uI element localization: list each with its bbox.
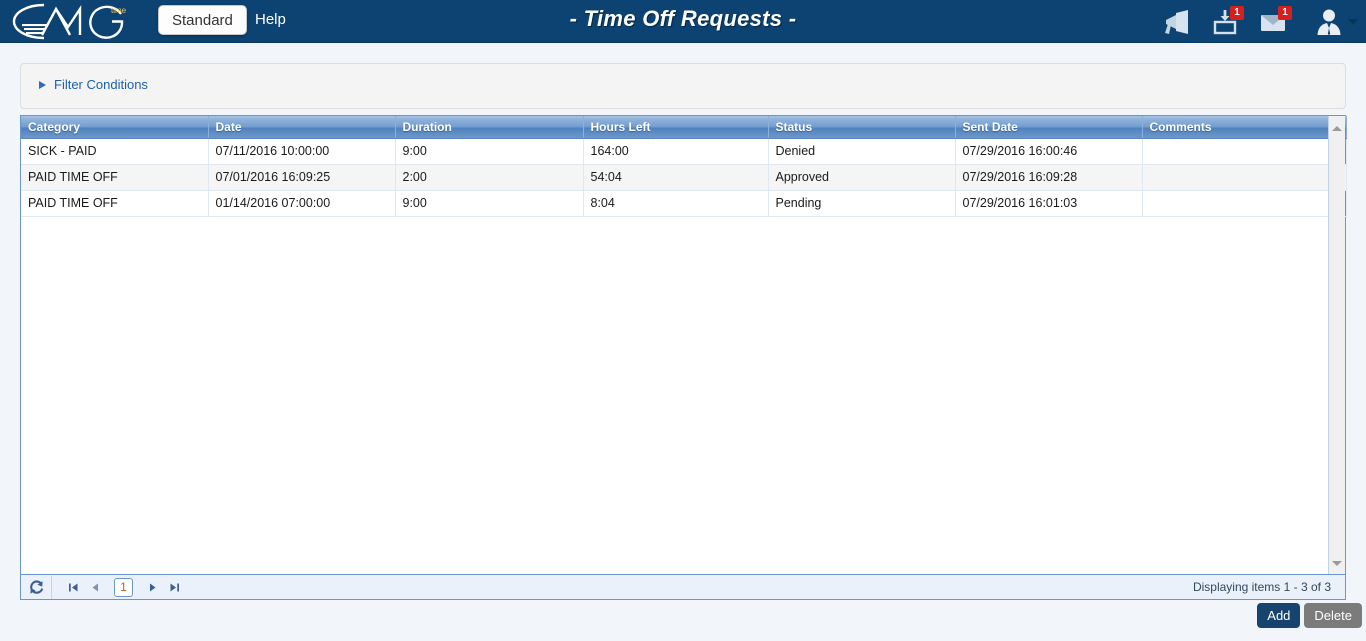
first-page-icon[interactable] <box>64 577 82 597</box>
scroll-down-icon[interactable] <box>1329 555 1345 572</box>
cell-category: SICK - PAID <box>21 138 209 165</box>
refresh-icon[interactable] <box>21 575 52 599</box>
cell-hours-left: 54:04 <box>583 164 769 191</box>
column-header-category[interactable]: Category <box>21 116 209 139</box>
time-off-requests-grid: Category Date Duration Hours Left Status… <box>20 115 1347 575</box>
table-row[interactable]: SICK - PAID 07/11/2016 10:00:00 9:00 164… <box>21 138 1347 165</box>
mail-badge: 1 <box>1278 5 1292 20</box>
app-header: time Standard Help - Time Off Requests -… <box>0 0 1366 43</box>
table-row[interactable]: PAID TIME OFF 01/14/2016 07:00:00 9:00 8… <box>21 190 1347 217</box>
pager-navigation: 1 <box>52 577 183 597</box>
cell-duration: 2:00 <box>395 164 584 191</box>
announcement-icon[interactable] <box>1161 6 1193 38</box>
user-menu[interactable] <box>1313 6 1358 38</box>
cell-comments <box>1142 138 1330 165</box>
cell-status: Approved <box>768 164 956 191</box>
column-header-date[interactable]: Date <box>208 116 396 139</box>
pager-info: Displaying items 1 - 3 of 3 <box>1192 580 1331 594</box>
cell-date: 07/01/2016 16:09:25 <box>208 164 396 191</box>
cell-hours-left: 8:04 <box>583 190 769 217</box>
triangle-right-icon <box>39 80 46 89</box>
cell-category: PAID TIME OFF <box>21 164 209 191</box>
cell-sent-date: 07/29/2016 16:01:03 <box>955 190 1143 217</box>
cell-date: 01/14/2016 07:00:00 <box>208 190 396 217</box>
filter-conditions-toggle[interactable]: Filter Conditions <box>39 77 148 92</box>
last-page-icon[interactable] <box>165 577 183 597</box>
column-header-status[interactable]: Status <box>768 116 956 139</box>
chevron-down-icon <box>1348 18 1358 25</box>
cell-category: PAID TIME OFF <box>21 190 209 217</box>
column-header-comments[interactable]: Comments <box>1142 116 1330 139</box>
grid-vertical-scrollbar[interactable] <box>1328 116 1345 574</box>
cell-comments <box>1142 190 1330 217</box>
column-header-duration[interactable]: Duration <box>395 116 584 139</box>
filter-conditions-label: Filter Conditions <box>54 77 148 92</box>
table-header-row: Category Date Duration Hours Left Status… <box>21 116 1347 139</box>
inbox-icon[interactable]: 1 <box>1209 5 1244 38</box>
cell-hours-left: 164:00 <box>583 138 769 165</box>
cell-duration: 9:00 <box>395 138 584 165</box>
header-icon-group: 1 1 <box>1161 0 1358 43</box>
cell-status: Pending <box>768 190 956 217</box>
requests-table: Category Date Duration Hours Left Status… <box>21 116 1347 217</box>
column-header-sent-date[interactable]: Sent Date <box>955 116 1143 139</box>
cell-status: Denied <box>768 138 956 165</box>
cell-date: 07/11/2016 10:00:00 <box>208 138 396 165</box>
previous-page-icon[interactable] <box>86 577 104 597</box>
scroll-up-icon[interactable] <box>1329 120 1345 137</box>
cell-comments <box>1142 164 1330 191</box>
grid-pager: 1 Displaying items 1 - 3 of 3 <box>20 575 1346 600</box>
cell-duration: 9:00 <box>395 190 584 217</box>
next-page-icon[interactable] <box>143 577 161 597</box>
table-row[interactable]: PAID TIME OFF 07/01/2016 16:09:25 2:00 5… <box>21 164 1347 191</box>
column-header-hours-left[interactable]: Hours Left <box>583 116 769 139</box>
cell-sent-date: 07/29/2016 16:09:28 <box>955 164 1143 191</box>
filter-conditions-panel: Filter Conditions <box>20 63 1346 109</box>
action-button-group: Add Delete <box>1257 603 1362 628</box>
user-avatar-icon <box>1313 6 1345 38</box>
add-button[interactable]: Add <box>1257 603 1301 628</box>
cell-sent-date: 07/29/2016 16:00:46 <box>955 138 1143 165</box>
inbox-badge: 1 <box>1230 5 1244 20</box>
delete-button[interactable]: Delete <box>1304 603 1362 628</box>
current-page-button[interactable]: 1 <box>114 577 133 597</box>
mail-icon[interactable]: 1 <box>1257 5 1292 38</box>
